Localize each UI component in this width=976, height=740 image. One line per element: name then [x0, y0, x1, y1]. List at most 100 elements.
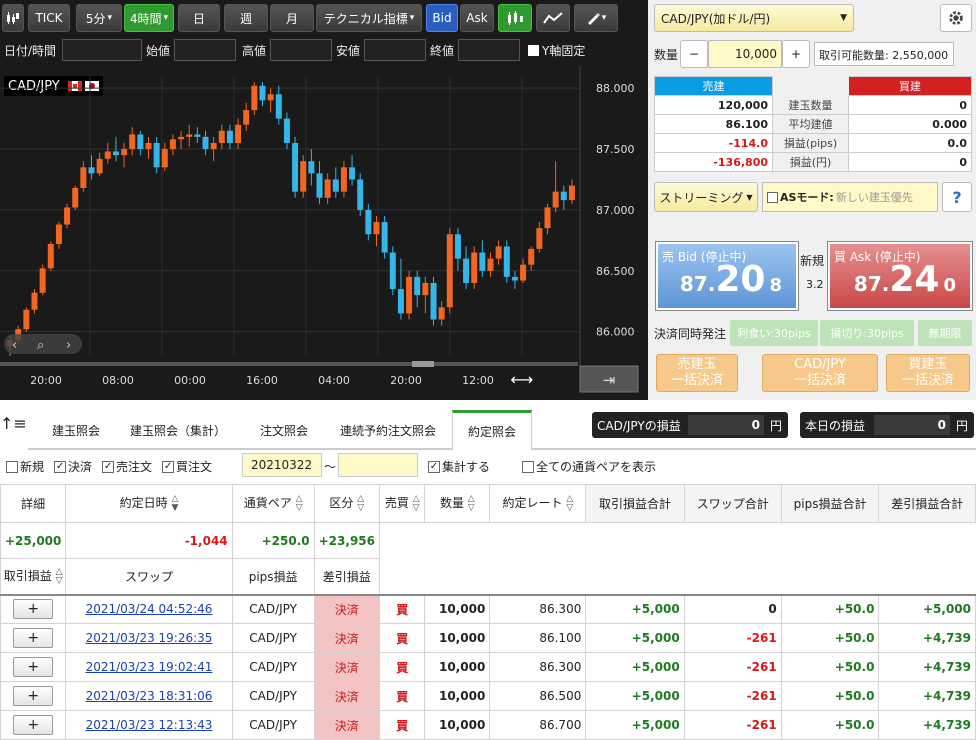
net-pnl-cell: +4,739	[878, 681, 976, 711]
technical-indicator-dropdown[interactable]: テクニカル指標	[316, 4, 422, 32]
candle-body	[129, 134, 136, 150]
quantity-input[interactable]: 10,000	[708, 40, 782, 68]
stop-loss-button[interactable]: 損切り:30pips	[820, 320, 914, 346]
close-input[interactable]	[458, 39, 520, 61]
aggregate-checkbox[interactable]: ✓	[428, 460, 440, 473]
kind-cell: 決済	[313, 681, 381, 711]
settle-all-buy-button[interactable]: 買建玉 一括決済	[886, 354, 970, 392]
candle-chart-icon[interactable]	[498, 4, 532, 32]
tab-positions-summary[interactable]: 建玉照会（集計）	[118, 410, 238, 450]
quantity-minus-button[interactable]: −	[680, 40, 708, 68]
interval-week-button[interactable]: 週	[224, 4, 268, 32]
settings-gear-icon[interactable]	[940, 4, 972, 32]
bid-toggle[interactable]: Bid	[426, 4, 458, 32]
as-mode-field[interactable]: ASモード: 新しい建玉優先	[762, 182, 938, 212]
interval-4h-dropdown[interactable]: 4時間	[124, 4, 174, 32]
header-pair[interactable]: 通貨ペア △ ▽	[231, 484, 315, 523]
currency-pair-select[interactable]: CAD/JPY(加ドル/円) ▼	[654, 4, 854, 32]
expand-horizontal-icon[interactable]: ⟷	[511, 370, 534, 389]
header-side[interactable]: 売買 △ ▽	[378, 484, 426, 523]
execution-datetime-link[interactable]: 2021/03/23 12:13:43	[86, 718, 213, 732]
streaming-dropdown[interactable]: ストリーミング ▼	[654, 182, 758, 212]
sell-checkbox[interactable]: ✓	[102, 460, 115, 473]
tab-executions[interactable]: 約定照会	[452, 410, 532, 451]
settle-all-buy-line1: 買建玉	[908, 357, 948, 372]
help-icon[interactable]: ?	[942, 182, 972, 212]
tick-button[interactable]: TICK	[28, 4, 70, 32]
expand-detail-button[interactable]: +	[13, 599, 54, 620]
header-kind[interactable]: 区分 △ ▽	[313, 484, 381, 523]
draw-tool-icon[interactable]	[574, 4, 618, 32]
jump-latest-icon[interactable]: ⇥	[603, 371, 616, 389]
tab-positions[interactable]: 建玉照会	[36, 410, 116, 450]
interval-day-button[interactable]: 日	[178, 4, 220, 32]
candle-body	[64, 207, 71, 225]
chart-scrollbar-thumb[interactable]	[412, 361, 434, 367]
buy-header: 買建	[848, 76, 972, 96]
all-pairs-checkbox[interactable]	[522, 460, 534, 473]
candle-body	[153, 142, 160, 168]
candlestick-icon[interactable]	[2, 4, 24, 32]
settle-all-buy-line2: 一括決済	[901, 373, 954, 388]
ask-price-main: 87.	[853, 272, 890, 296]
execution-datetime-link[interactable]: 2021/03/23 19:26:35	[86, 631, 213, 645]
candle-body	[243, 110, 250, 125]
chevron-right-icon[interactable]: ›	[66, 338, 71, 353]
new-filter-label: 新規	[20, 460, 45, 474]
chevron-left-icon[interactable]: ‹	[12, 338, 17, 353]
currency-pair-label: CAD/JPY(加ドル/円)	[661, 11, 771, 26]
ask-toggle[interactable]: Ask	[460, 4, 494, 32]
line-chart-icon[interactable]	[536, 4, 570, 32]
candle-body	[145, 142, 152, 150]
new-checkbox[interactable]	[6, 460, 18, 473]
expand-detail-button[interactable]: +	[13, 686, 54, 706]
datetime-input[interactable]	[62, 39, 142, 61]
ask-price-button[interactable]: 買 Ask (停止中) 87.24 0	[827, 241, 973, 311]
side-cell: 買	[378, 681, 426, 711]
bid-price-button[interactable]: 売 Bid (停止中) 87.20 8	[655, 241, 799, 311]
open-input[interactable]	[174, 39, 236, 61]
aggregate-row[interactable]: ✓ 集計する	[428, 458, 490, 475]
quantity-plus-button[interactable]: +	[782, 40, 810, 68]
as-mode-checkbox[interactable]	[767, 191, 778, 203]
interval-month-button[interactable]: 月	[270, 4, 314, 32]
header-rate[interactable]: 約定レート △ ▽	[489, 484, 587, 523]
trade-pnl-cell: +5,000	[585, 681, 685, 711]
yfix-checkbox-row[interactable]: Y軸固定	[528, 38, 585, 62]
take-profit-button[interactable]: 利食い:30pips	[730, 320, 818, 346]
candle-body	[487, 258, 494, 271]
no-limit-button[interactable]: 無期限	[918, 320, 972, 346]
settle-checkbox[interactable]: ✓	[54, 460, 67, 473]
low-input[interactable]	[364, 39, 426, 61]
date-from-input[interactable]: 20210322	[242, 453, 322, 477]
settle-all-pair-button[interactable]: CAD/JPY 一括決済	[762, 354, 878, 392]
interval-5m-dropdown[interactable]: 5分	[76, 4, 122, 32]
expand-detail-button[interactable]: +	[13, 628, 54, 648]
expand-detail-button[interactable]: +	[13, 657, 54, 677]
header-qty-label: 数量	[439, 496, 464, 511]
tab-ifdoco-orders[interactable]: 連続予約注文照会	[330, 410, 446, 450]
tab-orders[interactable]: 注文照会	[244, 410, 324, 450]
search-icon[interactable]: ⌕	[37, 338, 44, 353]
candle-body	[479, 252, 486, 271]
header-trade[interactable]: 取引損益 △ ▽	[0, 558, 67, 595]
execution-datetime-link[interactable]: 2021/03/23 18:31:06	[86, 689, 213, 703]
all-pairs-row[interactable]: 全ての通貨ペアを表示	[522, 458, 656, 475]
header-qty[interactable]: 数量 △ ▽	[424, 484, 491, 523]
swap-cell: -261	[683, 710, 782, 740]
yfix-checkbox[interactable]	[528, 44, 539, 56]
high-input[interactable]	[270, 39, 332, 61]
execution-datetime-link[interactable]: 2021/03/24 04:52:46	[86, 602, 213, 616]
sort-toggle-icon[interactable]: ↑≡	[0, 414, 28, 444]
expand-detail-button[interactable]: +	[13, 715, 54, 735]
candlestick-chart[interactable]: 88.000 87.500 87.000 86.500 86.000 20:00 08:00…	[0, 66, 648, 400]
buy-checkbox[interactable]: ✓	[162, 460, 175, 473]
settle-all-sell-button[interactable]: 売建玉 一括決済	[656, 354, 738, 392]
execution-datetime-link[interactable]: 2021/03/23 19:02:41	[86, 660, 213, 674]
date-to-input[interactable]	[338, 453, 418, 477]
candle-body	[137, 134, 144, 150]
chart-scrollbar[interactable]	[0, 362, 578, 366]
header-datetime[interactable]: 約定日時 △ ▼	[65, 484, 233, 523]
datetime-label: 日付/時間	[4, 43, 57, 58]
candle-body	[349, 167, 356, 180]
